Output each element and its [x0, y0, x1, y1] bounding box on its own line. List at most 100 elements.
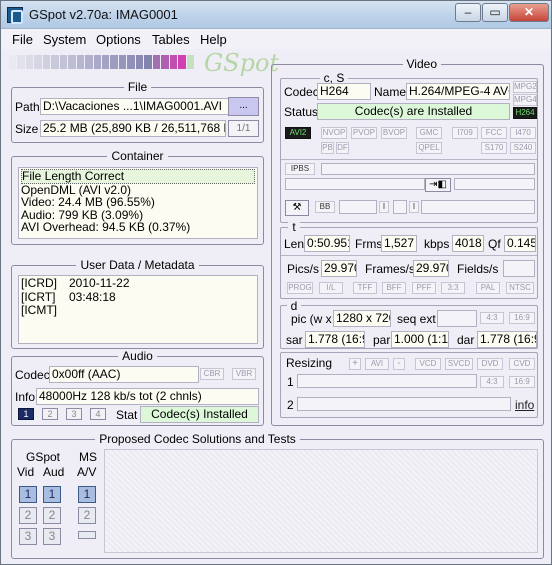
page-indicator[interactable]: 1/1	[228, 120, 259, 137]
audio-stream-4-button[interactable]: 4	[90, 408, 106, 420]
dar-label: dar	[457, 333, 475, 347]
resize-ar-43-flag: 4:3	[480, 376, 504, 388]
ms-test-3-button[interactable]	[78, 531, 96, 539]
menu-options[interactable]: Options	[96, 32, 141, 47]
resize-vcd-button[interactable]: VCD	[415, 358, 441, 370]
size-label: Size	[15, 122, 39, 136]
flag-qpel: QPEL	[416, 142, 442, 154]
frames-label: Frames/s	[365, 262, 416, 276]
flag-ntsc: NTSC	[506, 282, 534, 294]
maximize-button[interactable]: ▭	[482, 3, 508, 22]
resizing-label: Resizing	[286, 356, 333, 370]
app-icon	[7, 7, 23, 24]
flag-prog: PROG	[287, 282, 313, 294]
proposed-panel: Proposed Codec Solutions and Tests GSpot…	[11, 432, 544, 559]
qf-label: Qf	[488, 237, 501, 251]
video-codec-field: H264	[317, 83, 371, 100]
vbr-flag: VBR	[232, 368, 256, 380]
pic-label: pic (w x	[291, 312, 332, 326]
frms-field: 1,527	[381, 235, 417, 252]
menu-file[interactable]: File	[12, 32, 33, 47]
minimize-button[interactable]: ‒	[455, 3, 481, 22]
video-status-field: Codec(s) are Installed	[317, 103, 510, 120]
strip-segment	[76, 55, 85, 69]
metadata-legend: User Data / Metadata	[76, 258, 199, 272]
vid-label: Vid	[17, 465, 35, 479]
menu-help[interactable]: Help	[200, 32, 227, 47]
strip-segment	[9, 55, 17, 69]
strip-segment	[17, 55, 25, 69]
meta-key: [ICRD]	[21, 276, 57, 290]
audio-info-label: Info	[15, 390, 36, 404]
menu-tables[interactable]: Tables	[152, 32, 190, 47]
ar-169-flag: 16:9	[509, 312, 535, 324]
resize-minus-button[interactable]: -	[393, 358, 405, 370]
resize-plus-button[interactable]: +	[349, 358, 361, 370]
bframe-track-right	[421, 200, 535, 214]
dar-field: 1.778 (16:9)	[477, 331, 537, 348]
aud-test-1-button[interactable]: 1	[43, 486, 61, 503]
flag-avi2: AVI2	[285, 127, 311, 139]
strip-segment	[59, 55, 68, 69]
strip-segment	[42, 55, 51, 69]
resize-cvd-button[interactable]: CVD	[509, 358, 535, 370]
audio-stream-1-button[interactable]: 1	[18, 408, 34, 420]
path-field[interactable]: D:\Vacaciones ...1\IMAG0001.AVI	[40, 98, 232, 115]
resize-svcd-button[interactable]: SVCD	[445, 358, 473, 370]
window-title: GSpot v2.70a: IMAG0001	[29, 7, 178, 22]
video-name-label: Name	[374, 85, 407, 99]
flag-pal: PAL	[476, 282, 500, 294]
audio-stream-2-button[interactable]: 2	[42, 408, 58, 420]
meta-value: 2010-11-22	[69, 276, 130, 290]
title-bar[interactable]: GSpot v2.70a: IMAG0001 ‒ ▭ ✕	[1, 1, 551, 29]
flag-i470: I470	[510, 127, 536, 139]
ipbs-indicator: IPBS	[285, 163, 315, 175]
audio-stat-field: Codec(s) Installed	[140, 406, 259, 423]
strip-segment	[178, 55, 186, 69]
aud-test-3-button[interactable]: 3	[43, 528, 61, 545]
gop-track-right	[454, 178, 535, 190]
strip-segment	[161, 55, 169, 69]
par-field: 1.000 (1:1)	[391, 331, 449, 348]
par-label: par	[373, 333, 391, 347]
video-t-group: t Len 0:50.951 Frms 1,527 kbps 4018 Qf 0…	[280, 220, 538, 299]
audio-stream-3-button[interactable]: 3	[66, 408, 82, 420]
flag-33: 3:3	[441, 282, 465, 294]
bb-indicator: BB	[315, 201, 335, 213]
vid-test-1-button[interactable]: 1	[19, 486, 37, 503]
audio-legend: Audio	[118, 349, 157, 363]
progress-strip	[9, 55, 195, 69]
menu-system[interactable]: System	[43, 32, 86, 47]
strip-segment	[34, 55, 42, 69]
vid-test-2-button[interactable]: 2	[19, 507, 37, 524]
step-forward-button[interactable]: ⇥◧	[425, 178, 451, 192]
flag-il: I/L	[319, 282, 343, 294]
resize-avi-button[interactable]: AVI	[365, 358, 389, 370]
strip-segment	[135, 55, 144, 69]
resizing-group: Resizing + AVI - VCD SVCD DVD CVD 1 4:3 …	[280, 352, 538, 418]
resize-dvd-button[interactable]: DVD	[477, 358, 503, 370]
cbr-flag: CBR	[200, 368, 224, 380]
size-field: 25.2 MB (25,890 KB / 26,511,768 b	[40, 120, 226, 137]
marker-gap	[393, 200, 407, 214]
info-link[interactable]: info	[515, 398, 534, 412]
vid-test-3-button[interactable]: 3	[19, 528, 37, 545]
tool-icon[interactable]: ⚒	[285, 200, 309, 216]
gspot-label: GSpot	[26, 450, 61, 464]
pics-field: 29.970	[321, 260, 357, 277]
close-button[interactable]: ✕	[509, 3, 549, 22]
flag-pff: PFF	[412, 282, 436, 294]
aud-test-2-button[interactable]: 2	[43, 507, 61, 524]
browse-button[interactable]: ...	[228, 97, 259, 116]
ms-test-2-button[interactable]: 2	[78, 507, 96, 524]
sar-label: sar	[286, 333, 303, 347]
proposed-results-area	[104, 449, 538, 553]
flag-mpg4: MPG4	[513, 94, 537, 106]
fields-field	[503, 260, 535, 277]
flag-nvop: NVOP	[321, 127, 347, 139]
flag-df: DF	[336, 142, 349, 154]
strip-segment	[127, 55, 135, 69]
ms-test-1-button[interactable]: 1	[78, 486, 96, 503]
frms-label: Frms	[355, 237, 383, 251]
t-legend: t	[288, 220, 300, 234]
